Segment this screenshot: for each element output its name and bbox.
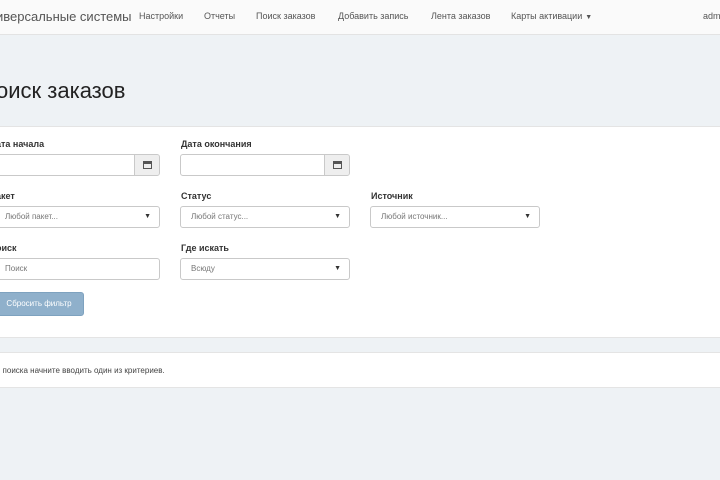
nav-settings[interactable]: Настройки [139, 11, 183, 21]
end-date-field[interactable] [180, 154, 350, 176]
calendar-button[interactable] [324, 155, 349, 175]
calendar-icon [332, 161, 342, 169]
where-label: Где искать [181, 243, 229, 253]
top-navbar: иверсальные системы Настройки Отчеты Пои… [0, 0, 720, 35]
select-arrow-icon: ▼ [144, 213, 151, 220]
nav-user[interactable]: adm [703, 11, 720, 21]
status-label: Статус [181, 191, 212, 201]
package-select[interactable]: Любой пакет... ▼ [0, 206, 160, 228]
page-title: оиск заказов [0, 78, 126, 103]
calendar-button[interactable] [134, 155, 159, 175]
status-select[interactable]: Любой статус... ▼ [180, 206, 350, 228]
source-select[interactable]: Любой источник... ▼ [370, 206, 540, 228]
where-selected: Всюду [191, 264, 215, 273]
source-selected: Любой источник... [381, 212, 448, 221]
calendar-icon [142, 161, 152, 169]
package-label: акет [0, 191, 15, 201]
package-selected: Любой пакет... [5, 212, 58, 221]
search-label: оиск [0, 243, 17, 253]
status-selected: Любой статус... [191, 212, 249, 221]
search-hint: я поиска начните вводить один из критери… [0, 366, 165, 375]
brand-title[interactable]: иверсальные системы [0, 9, 132, 24]
reset-filter-button[interactable]: Сбросить фильтр [0, 292, 84, 316]
where-select[interactable]: Всюду ▼ [180, 258, 350, 280]
select-arrow-icon: ▼ [524, 213, 531, 220]
end-date-label: Дата окончания [181, 139, 252, 149]
nav-reports[interactable]: Отчеты [204, 11, 235, 21]
nav-order-search[interactable]: Поиск заказов [256, 11, 315, 21]
select-arrow-icon: ▼ [334, 213, 341, 220]
nav-activation-cards-label: Карты активации [511, 11, 583, 21]
chevron-down-icon: ▼ [585, 14, 593, 21]
search-input[interactable]: Поиск [0, 258, 160, 280]
start-date-field[interactable] [0, 154, 160, 176]
search-placeholder: Поиск [5, 264, 28, 273]
nav-orders-feed[interactable]: Лента заказов [431, 11, 490, 21]
select-arrow-icon: ▼ [334, 265, 341, 272]
nav-add-record[interactable]: Добавить запись [338, 11, 409, 21]
nav-activation-cards[interactable]: Карты активации ▼ [511, 11, 592, 21]
source-label: Источник [371, 191, 413, 201]
start-date-label: ата начала [0, 139, 45, 149]
